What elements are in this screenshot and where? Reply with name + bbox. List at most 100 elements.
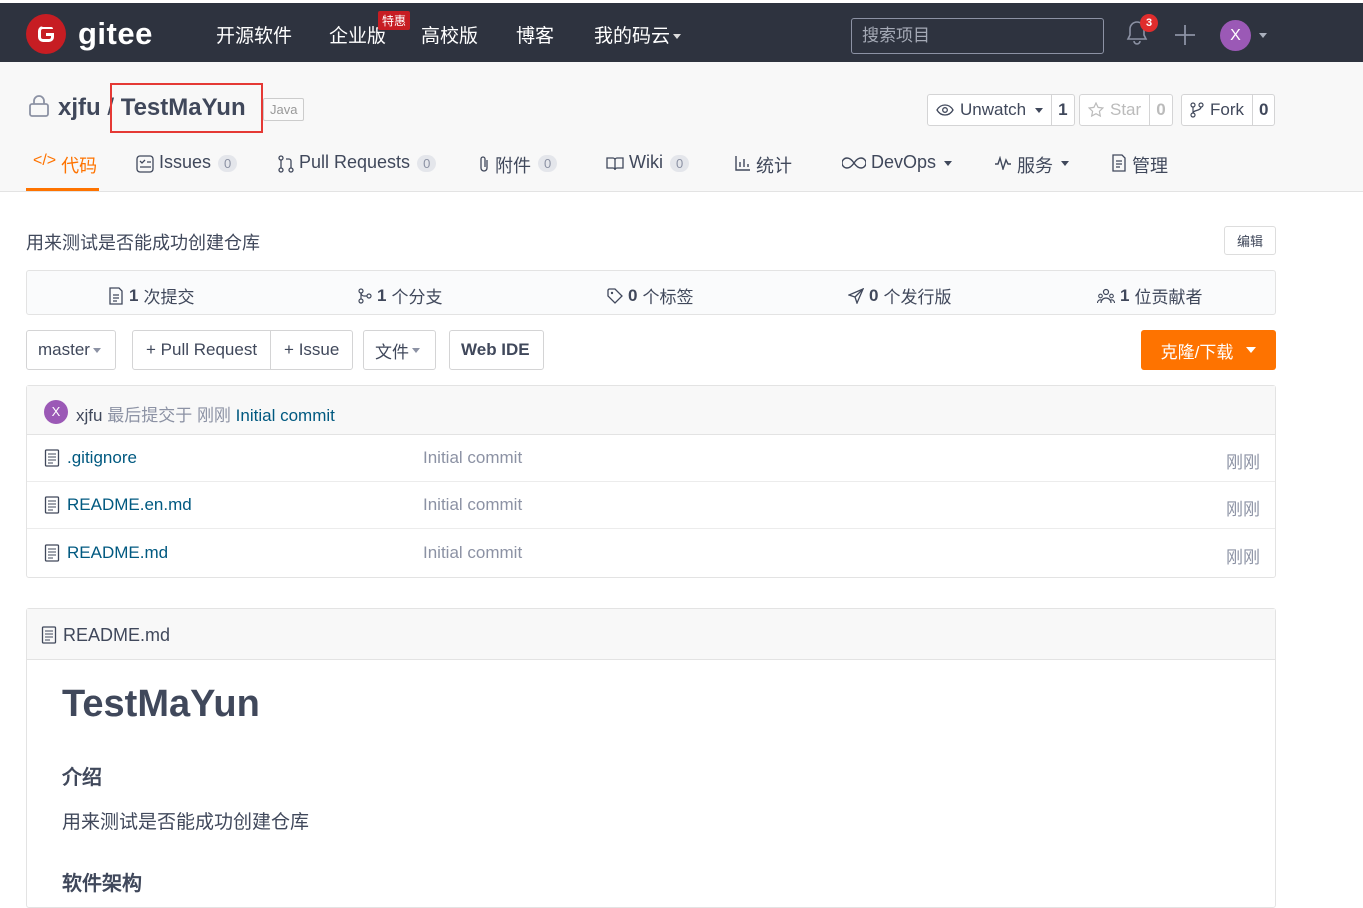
tab-manage[interactable]: 管理 (1111, 147, 1168, 191)
readme-filename: README.md (63, 625, 171, 645)
tab-wiki-count: 0 (670, 155, 690, 172)
stat-branches-label: 个分支 (391, 288, 443, 307)
stat-tags-label: 个标签 (642, 288, 694, 307)
commit-time: 刚刚 (196, 406, 231, 425)
promo-badge: 特惠 (378, 11, 411, 30)
last-commit-info: xjfu 最后提交于 刚刚 Initial commit (76, 401, 335, 426)
gitee-logo-icon (26, 14, 66, 54)
tab-issues[interactable]: Issues 0 (136, 147, 238, 191)
web-ide-button[interactable]: Web IDE (449, 330, 544, 370)
stat-branches[interactable]: 1 个分支 (358, 283, 442, 308)
file-commit-message[interactable]: Initial commit (423, 448, 522, 468)
tab-pull-requests[interactable]: Pull Requests 0 (278, 147, 437, 191)
tab-services-label: 服务 (1017, 156, 1053, 176)
chart-icon (735, 156, 750, 171)
commit-author-avatar[interactable]: X (44, 400, 68, 424)
language-tag[interactable]: Java (263, 98, 305, 121)
file-commit-time: 刚刚 (1226, 548, 1260, 567)
plus-icon[interactable] (1174, 24, 1196, 46)
repo-owner-link[interactable]: xjfu (58, 94, 101, 121)
watch-button[interactable]: Unwatch 1 (927, 94, 1075, 126)
top-navbar: gitee 开源软件 企业版 特惠 高校版 博客 我的码云 3 X (0, 0, 1363, 62)
fork-label: Fork (1210, 100, 1244, 119)
search-input[interactable] (851, 18, 1104, 54)
annotation-highlight-box (110, 83, 263, 133)
readme-intro-text: 用来测试是否能成功创建仓库 (62, 812, 310, 833)
file-name-link[interactable]: .gitignore (67, 448, 137, 468)
nav-my-gitee[interactable]: 我的码云 (594, 21, 682, 48)
new-issue-button[interactable]: + Issue (270, 331, 352, 369)
stat-tags-count: 0 (628, 285, 638, 305)
file-list: X xjfu 最后提交于 刚刚 Initial commit .gitignor… (26, 385, 1276, 578)
tab-stats[interactable]: 统计 (735, 147, 792, 191)
stat-commits[interactable]: 1 次提交 (108, 283, 194, 308)
new-pull-request-button[interactable]: + Pull Request (133, 331, 270, 369)
commit-label: 最后提交于 (107, 406, 193, 425)
tab-devops[interactable]: DevOps (842, 147, 953, 191)
chevron-down-icon (412, 347, 420, 353)
file-row: README.en.md Initial commit 刚刚 (27, 482, 1275, 529)
nav-education[interactable]: 高校版 (421, 21, 478, 48)
star-count[interactable]: 0 (1150, 95, 1171, 125)
stat-contributors[interactable]: 1 位贡献者 (1097, 283, 1202, 308)
tab-pull-requests-label: Pull Requests (299, 152, 411, 172)
chevron-down-icon (944, 161, 953, 166)
tab-services[interactable]: 服务 (994, 147, 1069, 191)
readme-heading-intro: 介绍 (62, 767, 102, 789)
branch-select[interactable]: master (26, 330, 116, 370)
stat-releases-count: 0 (869, 285, 879, 305)
commit-author-link[interactable]: xjfu (76, 406, 102, 425)
fork-count[interactable]: 0 (1253, 95, 1274, 125)
tab-code[interactable]: </> 代码 (26, 147, 99, 191)
pull-request-icon (278, 155, 294, 173)
stat-commits-label: 次提交 (143, 288, 195, 307)
wiki-icon (606, 157, 624, 171)
watch-count[interactable]: 1 (1052, 95, 1073, 125)
tab-attachments[interactable]: 附件 0 (478, 147, 558, 191)
contributors-icon (1097, 288, 1115, 303)
file-commit-message[interactable]: Initial commit (423, 543, 522, 563)
tab-attachments-count: 0 (538, 155, 558, 172)
tab-wiki[interactable]: Wiki 0 (606, 147, 690, 191)
file-name-link[interactable]: README.md (67, 543, 168, 563)
gitee-logo[interactable]: gitee (26, 14, 153, 54)
stat-releases-label: 个发行版 (883, 288, 952, 307)
nav-my-gitee-label: 我的码云 (594, 26, 671, 47)
tab-pull-requests-count: 0 (417, 155, 437, 172)
fork-icon (1190, 102, 1204, 118)
star-button[interactable]: Star 0 (1079, 94, 1173, 126)
attachment-icon (480, 156, 488, 172)
file-row: README.md Initial commit 刚刚 (27, 530, 1275, 577)
lock-icon (28, 94, 50, 118)
file-menu-button[interactable]: 文件 (363, 330, 436, 370)
tab-code-label: 代码 (61, 156, 98, 176)
file-menu-label: 文件 (375, 342, 409, 362)
repo-stats-bar: 1 次提交 1 个分支 0 个标签 0 个发行版 1 位贡献者 (26, 270, 1276, 315)
nav-blog[interactable]: 博客 (516, 21, 554, 48)
stat-contributors-label: 位贡献者 (1134, 288, 1203, 307)
star-label: Star (1110, 100, 1142, 119)
issues-icon (136, 155, 154, 173)
tab-issues-count: 0 (218, 155, 238, 172)
nav-open-source[interactable]: 开源软件 (216, 21, 292, 48)
stat-releases[interactable]: 0 个发行版 (848, 283, 951, 308)
chevron-down-icon[interactable] (1259, 33, 1267, 38)
edit-description-button[interactable]: 编辑 (1224, 226, 1276, 255)
fork-button[interactable]: Fork 0 (1181, 94, 1276, 126)
file-commit-message[interactable]: Initial commit (423, 495, 522, 515)
watch-label: Unwatch (960, 100, 1027, 119)
chevron-down-icon (92, 347, 101, 353)
tab-manage-label: 管理 (1132, 156, 1168, 176)
file-commit-time: 刚刚 (1226, 453, 1260, 472)
tab-issues-label: Issues (159, 152, 212, 172)
star-icon (1088, 102, 1104, 118)
new-pr-issue-group: + Pull Request + Issue (132, 330, 354, 370)
stat-tags[interactable]: 0 个标签 (607, 283, 693, 308)
user-avatar[interactable]: X (1220, 20, 1251, 51)
commit-message-link[interactable]: Initial commit (236, 406, 335, 425)
clone-download-button[interactable]: 克隆/下载 (1141, 330, 1276, 370)
eye-icon (936, 104, 954, 116)
file-name-link[interactable]: README.en.md (67, 495, 192, 515)
tab-devops-label: DevOps (871, 152, 937, 172)
tab-stats-label: 统计 (756, 156, 792, 176)
